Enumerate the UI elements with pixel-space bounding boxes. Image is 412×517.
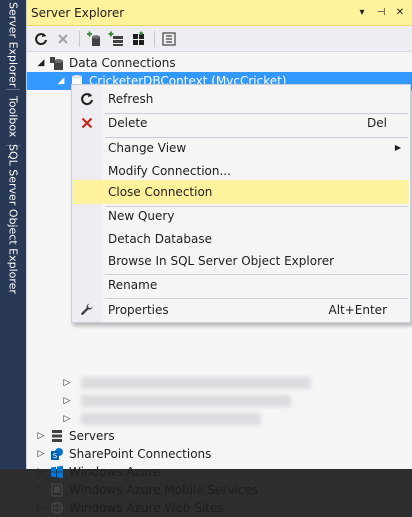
side-tab-server-explorer[interactable]: Server Explorer [0,2,26,88]
menu-item-label: Properties [108,303,169,317]
tree-node-data-connections[interactable]: ◢ Data Connections [27,54,412,72]
panel-titlebar: Server Explorer ▾ ⊣ ✕ [27,0,412,26]
menu-item-label: New Query [108,209,175,223]
tree-node-servers[interactable]: ▷ Servers [27,427,412,445]
menu-item-refresh[interactable]: Refresh [73,87,409,111]
collapsed-arrow-icon[interactable]: ▷ [35,448,47,460]
window-position-dropdown-icon[interactable]: ▾ [354,5,370,21]
svg-text:S: S [53,452,58,460]
menu-item-browse-sql-server-object-explorer[interactable]: Browse In SQL Server Object Explorer [73,249,409,273]
tree-node-label: Data Connections [69,56,176,70]
menu-item-label: Detach Database [108,232,212,246]
connect-to-database-icon[interactable] [84,29,104,49]
context-menu: Refresh Delete Del Change View ▶ Modify … [71,84,411,323]
menu-item-label: Rename [108,278,158,292]
menu-item-label: Change View [108,141,187,155]
refresh-icon[interactable] [31,29,51,49]
tree-node-sharepoint-connections[interactable]: ▷ S SharePoint Connections [27,445,412,463]
toolbar-separator [154,30,155,47]
properties-icon[interactable] [159,29,179,49]
menu-item-label: Close Connection [108,185,213,199]
tree-node-blurred[interactable]: ▷ [27,410,412,428]
toolbar-separator [79,30,80,47]
collapsed-arrow-icon[interactable]: ▷ [35,430,47,442]
mobile-device-icon [49,482,65,498]
collapsed-arrow-icon[interactable]: ▷ [35,484,47,496]
menu-item-properties[interactable]: Properties Alt+Enter [73,298,409,322]
globe-icon [49,500,65,516]
menu-item-new-query[interactable]: New Query [73,204,409,228]
server-icon [49,428,65,444]
menu-item-rename[interactable]: Rename [73,273,409,297]
tree-node-windows-azure-mobile-services[interactable]: ▷ Windows Azure Mobile Services [27,481,412,499]
side-tab-divider [6,89,20,90]
side-tab-strip: Server Explorer Toolbox SQL Server Objec… [0,0,26,469]
menu-item-label: Browse In SQL Server Object Explorer [108,254,335,268]
collapsed-arrow-icon[interactable]: ▷ [61,413,73,425]
expanded-arrow-icon[interactable]: ◢ [35,57,47,69]
obscured-node-content [81,395,291,407]
expanded-arrow-icon[interactable]: ◢ [55,75,67,87]
menu-item-change-view[interactable]: Change View ▶ [73,136,409,160]
close-icon[interactable]: ✕ [392,5,408,21]
connect-to-azure-icon[interactable] [128,29,148,49]
refresh-icon [73,87,101,111]
obscured-node-content [81,377,311,389]
menu-item-label: Refresh [108,92,154,106]
menu-item-shortcut: Alt+Enter [328,303,387,317]
menu-item-close-connection[interactable]: Close Connection [73,180,409,204]
delete-x-icon [73,111,101,135]
collapsed-arrow-icon[interactable]: ▷ [35,502,47,514]
submenu-arrow-icon: ▶ [394,143,401,152]
side-tab-label: SQL Server Object Explorer [6,144,20,294]
side-tab-label: Toolbox [6,96,20,138]
menu-item-shortcut: Del [367,116,387,130]
tree-node-label: Windows Azure Web Sites [69,501,224,515]
windows-logo-icon [49,464,65,480]
tree-node-label: Windows Azure [69,465,161,479]
collapsed-arrow-icon[interactable]: ▷ [61,395,73,407]
panel-title: Server Explorer [31,5,125,20]
menu-item-label: Delete [108,116,148,130]
obscured-node-content [81,413,261,425]
tree-node-label: Servers [69,429,115,443]
connect-to-server-icon[interactable] [106,29,126,49]
tree-node-windows-azure[interactable]: ▷ Windows Azure [27,463,412,481]
side-tab-sql-server-object-explorer[interactable]: SQL Server Object Explorer [0,144,26,294]
tree-node-label: Windows Azure Mobile Services [69,483,259,497]
collapsed-arrow-icon[interactable]: ▷ [61,377,73,389]
menu-item-delete[interactable]: Delete Del [73,111,409,135]
side-tab-toolbox[interactable]: Toolbox [0,92,26,142]
database-connection-icon [49,55,65,71]
tree-node-blurred[interactable]: ▷ [27,374,412,392]
tree-node-blurred[interactable]: ▷ [27,392,412,410]
tree-node-windows-azure-web-sites[interactable]: ▷ Windows Azure Web Sites [27,499,412,517]
sharepoint-icon: S [49,446,65,462]
wrench-icon [73,298,101,322]
panel-toolbar [27,26,412,52]
tree-node-label: SharePoint Connections [69,447,212,461]
menu-item-detach-database[interactable]: Detach Database [73,227,409,251]
side-tab-label: Server Explorer [6,2,20,88]
auto-hide-pin-icon[interactable]: ⊣ [373,5,389,21]
stop-icon[interactable] [53,29,73,49]
collapsed-arrow-icon[interactable]: ▷ [35,466,47,478]
